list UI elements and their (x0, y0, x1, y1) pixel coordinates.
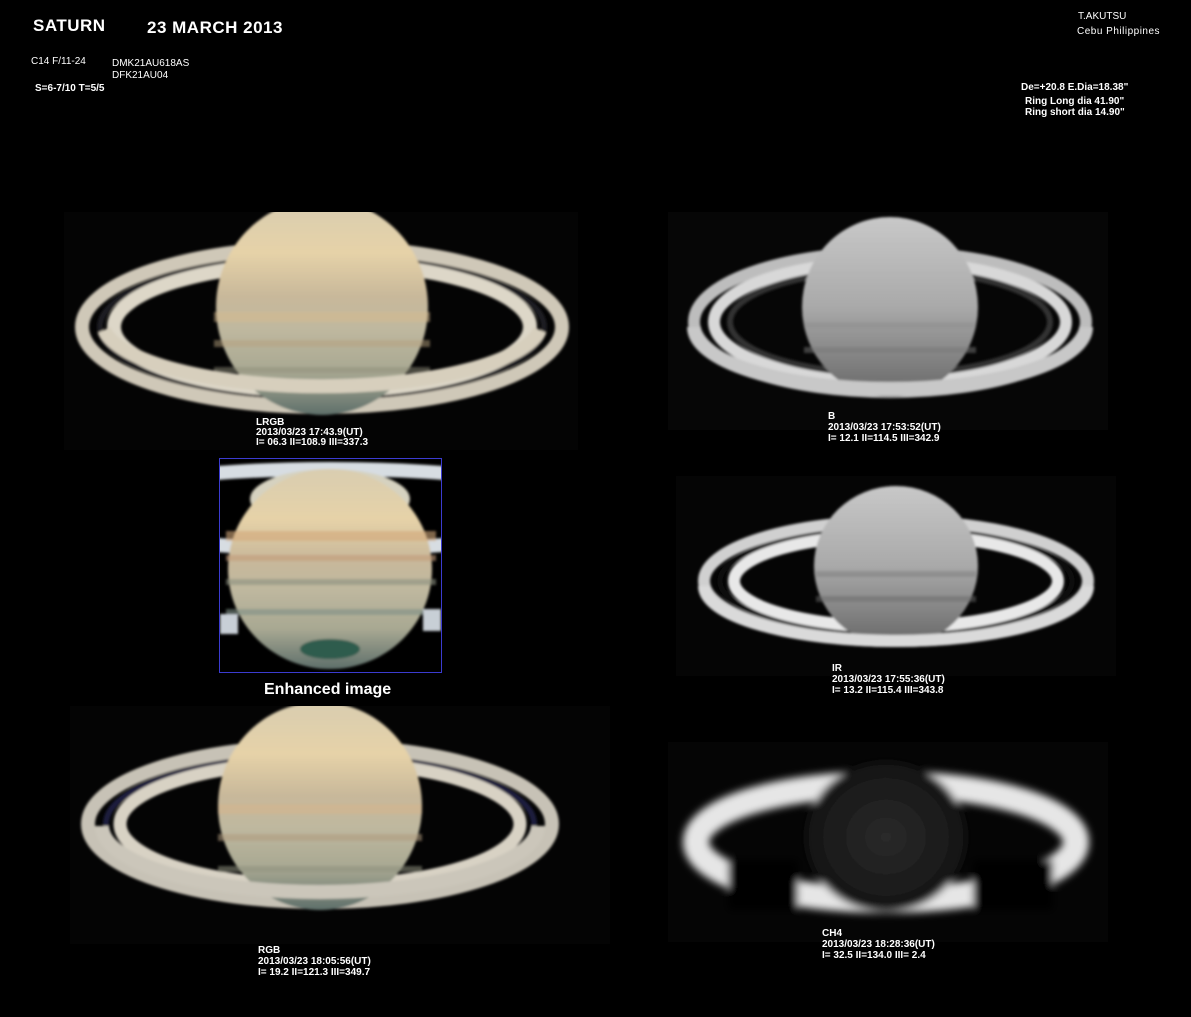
ch4-image (668, 742, 1108, 942)
seeing-info: S=6-7/10 T=5/5 (35, 83, 105, 94)
ch4-cm: I= 32.5 II=134.0 III= 2.4 (822, 950, 926, 961)
rgb-cm: I= 19.2 II=121.3 III=349.7 (258, 967, 371, 978)
observer-name: T.AKUTSU (1078, 11, 1127, 22)
rgb-image (70, 706, 610, 944)
b-filter-image (668, 212, 1108, 430)
ch4-time: 2013/03/23 18:28:36(UT) (822, 939, 935, 950)
date-title: 23 MARCH 2013 (147, 18, 283, 37)
camera-secondary: DFK21AU04 (112, 70, 169, 81)
ring-short-diameter: Ring short dia 14.90" (1025, 107, 1125, 118)
enhanced-image (219, 458, 442, 673)
b-cm: I= 12.1 II=114.5 III=342.9 (828, 433, 940, 444)
enhanced-label: Enhanced image (264, 681, 392, 698)
observer-location: Cebu Philippines (1077, 26, 1161, 37)
ch4-filter-label: CH4 (822, 928, 843, 939)
lrgb-image (64, 212, 578, 450)
lrgb-cm: I= 06.3 II=108.9 III=337.3 (256, 437, 369, 448)
rgb-filter-label: RGB (258, 945, 281, 956)
planet-title: SATURN (33, 16, 106, 35)
ir-time: 2013/03/23 17:55:36(UT) (832, 674, 945, 685)
ir-image (676, 476, 1116, 676)
telescope-info: C14 F/11-24 (31, 56, 86, 67)
declination-info: De=+20.8 E.Dia=18.38" (1021, 82, 1129, 93)
b-time: 2013/03/23 17:53:52(UT) (828, 422, 941, 433)
ring-long-diameter: Ring Long dia 41.90" (1025, 96, 1125, 107)
rgb-time: 2013/03/23 18:05:56(UT) (258, 956, 371, 967)
b-filter-label: B (828, 411, 836, 422)
camera-primary: DMK21AU618AS (112, 58, 190, 69)
ir-cm: I= 13.2 II=115.4 III=343.8 (832, 685, 944, 696)
ir-filter-label: IR (832, 663, 842, 674)
